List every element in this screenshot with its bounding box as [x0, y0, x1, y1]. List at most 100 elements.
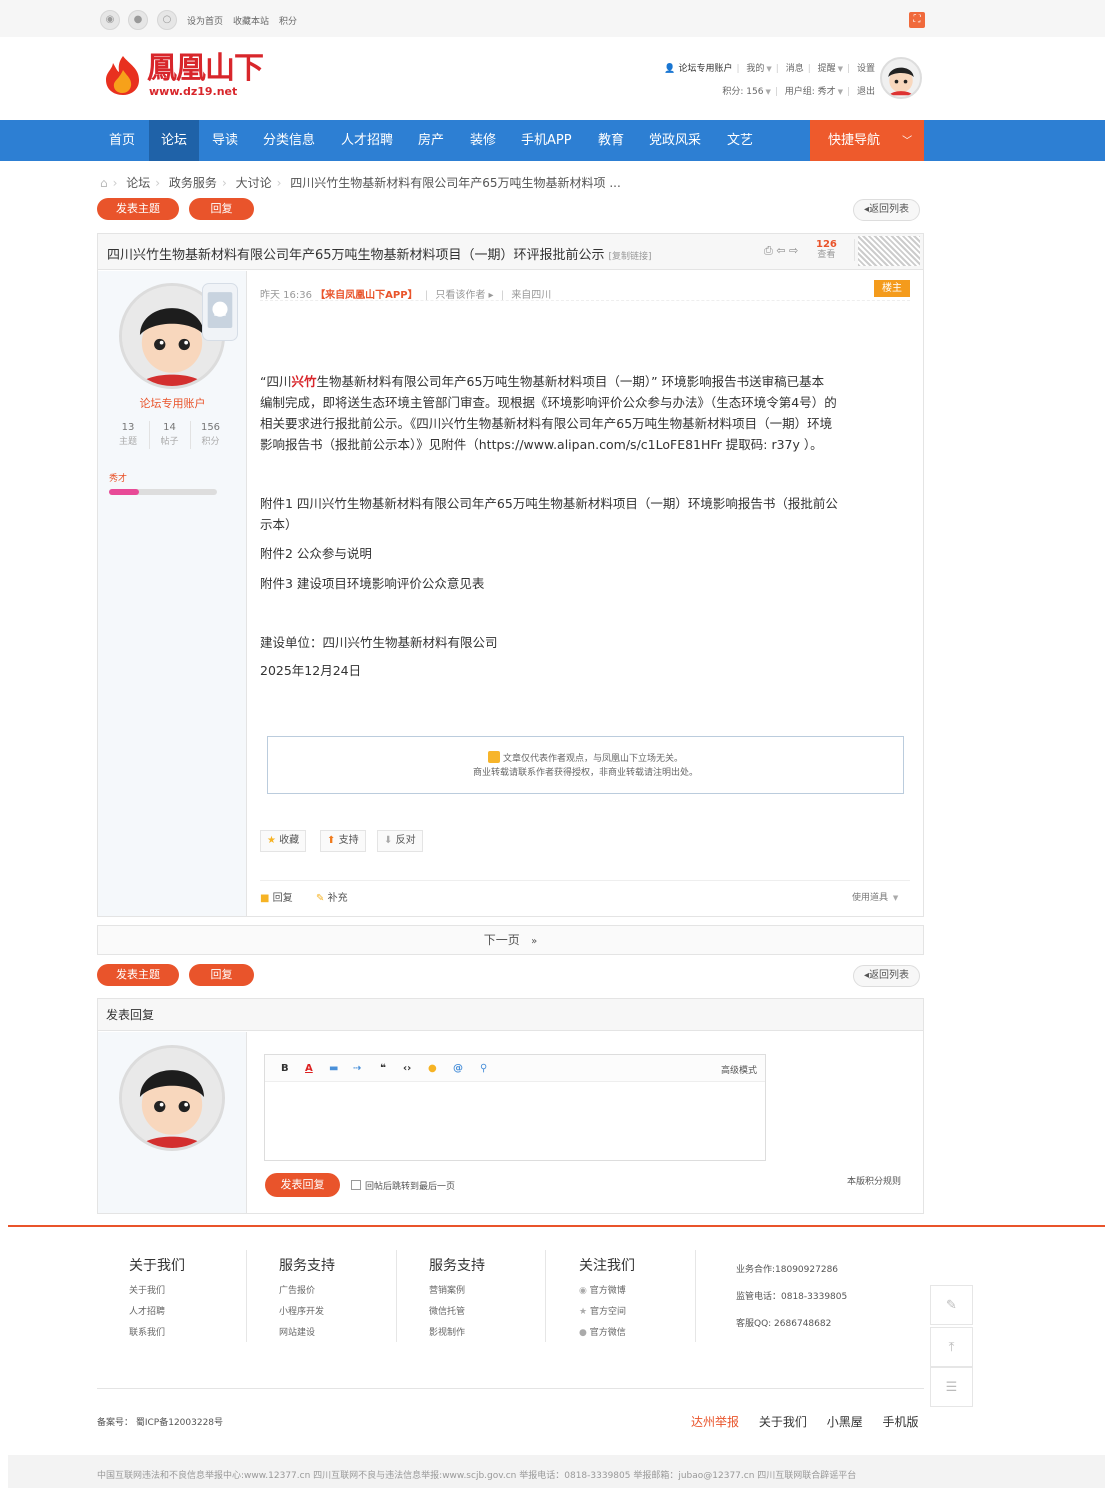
my-menu[interactable]: 我的: [746, 64, 764, 74]
nav-education[interactable]: 教育: [586, 120, 636, 161]
use-tools-menu[interactable]: 使用道具 ▼: [852, 890, 898, 903]
footer-wechat-hosting-link[interactable]: 微信托管: [429, 1307, 465, 1317]
level-progress-fill: [109, 489, 140, 495]
nav-guide[interactable]: 导读: [200, 120, 250, 161]
back-to-top-button[interactable]: ⤒: [930, 1327, 973, 1367]
reply-button[interactable]: 回复: [189, 198, 254, 220]
mobile-version-link[interactable]: 手机版: [883, 1415, 919, 1429]
footer-about-link[interactable]: 关于我们: [129, 1286, 165, 1296]
qr-code[interactable]: [858, 236, 920, 266]
reply-editor[interactable]: B A ▬ ⇢ ❝ ‹› ● @ ⚲ 高级模式: [264, 1054, 766, 1161]
user-menu: 👤 论坛专用账户 | 我的 ▼ | 消息 | 提醒 ▼ | 设置: [664, 64, 875, 74]
icp-record[interactable]: 备案号： 蜀ICP备12003228号: [97, 1415, 223, 1428]
bold-icon[interactable]: B: [281, 1063, 289, 1074]
footer-col-about: 关于我们 关于我们 人才招聘 联系我们: [129, 1258, 185, 1338]
stat-topics[interactable]: 13 主题: [108, 421, 148, 449]
footer-wechat-link[interactable]: ● 官方微信: [579, 1328, 626, 1338]
back-to-list-button[interactable]: ◂返回列表: [853, 199, 921, 221]
username-link[interactable]: 论坛专用账户: [678, 64, 732, 74]
report-link[interactable]: 达州举报: [691, 1415, 739, 1429]
nav-realestate[interactable]: 房产: [406, 120, 456, 161]
stat-points[interactable]: 156 积分: [190, 421, 230, 449]
breadcrumb-thread[interactable]: 四川兴竹生物基新材料有限公司年产65万吨生物基新材料项 ...: [290, 176, 621, 190]
points-link[interactable]: 积分: [279, 14, 297, 27]
copy-link[interactable]: [复制链接]: [609, 252, 652, 262]
quote-icon[interactable]: ❝: [380, 1063, 386, 1074]
supplement-link[interactable]: ✎ 补充: [316, 889, 348, 904]
nav-classified[interactable]: 分类信息: [251, 120, 327, 161]
user-avatar[interactable]: [880, 57, 922, 99]
list-float-button[interactable]: ☰: [930, 1367, 973, 1407]
author-name[interactable]: 论坛专用账户: [98, 395, 247, 411]
nav-jobs[interactable]: 人才招聘: [329, 120, 405, 161]
logout-link[interactable]: 退出: [857, 87, 875, 97]
back-to-list-button-bottom[interactable]: ◂返回列表: [853, 965, 921, 987]
settings-link[interactable]: 设置: [857, 64, 875, 74]
footer-ad-price-link[interactable]: 广告报价: [279, 1286, 315, 1296]
oppose-button[interactable]: ⬇ 反对: [377, 830, 423, 852]
blacklist-link[interactable]: 小黑屋: [827, 1415, 863, 1429]
footer-jobs-link[interactable]: 人才招聘: [129, 1307, 165, 1317]
nav-arts[interactable]: 文艺: [715, 120, 765, 161]
footer-cases-link[interactable]: 营销案例: [429, 1286, 465, 1296]
breadcrumb-discussion[interactable]: 大讨论: [236, 176, 272, 190]
next-thread-icon[interactable]: ⇨: [789, 244, 798, 257]
footer-miniprogram-link[interactable]: 小程序开发: [279, 1307, 324, 1317]
smiley-icon[interactable]: ●: [428, 1063, 437, 1074]
footer-about-us-link[interactable]: 关于我们: [759, 1415, 807, 1429]
nav-home[interactable]: 首页: [97, 120, 147, 161]
support-button[interactable]: ⬆ 支持: [320, 830, 366, 852]
reminders-menu[interactable]: 提醒: [818, 64, 836, 74]
logo-text[interactable]: 鳳凰山下: [147, 53, 264, 85]
footer-qzone-link[interactable]: ★ 官方空间: [579, 1307, 626, 1317]
floor-badge[interactable]: 楼主: [874, 280, 910, 297]
nav-forum[interactable]: 论坛: [149, 120, 200, 161]
bookmark-site-link[interactable]: 收藏本站: [233, 14, 269, 27]
prev-thread-icon[interactable]: ⇦: [776, 244, 785, 257]
points-menu[interactable]: 积分: 156: [722, 87, 763, 97]
star-icon: ★: [267, 835, 276, 846]
new-topic-button-bottom[interactable]: 发表主题: [97, 964, 179, 986]
footer-contact-link[interactable]: 联系我们: [129, 1328, 165, 1338]
write-post-float-button[interactable]: ✎: [930, 1285, 973, 1325]
advanced-mode-link[interactable]: 高级模式: [721, 1063, 757, 1076]
at-icon[interactable]: @: [453, 1063, 463, 1074]
new-topic-button[interactable]: 发表主题: [97, 198, 179, 220]
reply-avatar[interactable]: [119, 1045, 225, 1151]
print-icon[interactable]: ⎙: [764, 244, 773, 257]
next-page-button[interactable]: 下一页 »: [97, 925, 924, 955]
favorite-button[interactable]: ★ 收藏: [260, 830, 307, 852]
post-reply-link[interactable]: ■ 回复: [260, 889, 293, 904]
attachment-icon[interactable]: ⚲: [480, 1063, 487, 1074]
home-icon[interactable]: ⌂: [100, 176, 108, 190]
wechat-icon[interactable]: ●: [128, 10, 148, 30]
footer-website-link[interactable]: 网站建设: [279, 1328, 315, 1338]
set-homepage-link[interactable]: 设为首页: [187, 14, 223, 27]
image-icon[interactable]: ▬: [329, 1063, 338, 1074]
breadcrumb-forum[interactable]: 论坛: [126, 176, 150, 190]
logo-flame-icon[interactable]: [103, 54, 143, 96]
footer-weibo-link[interactable]: ◉ 官方微博: [579, 1286, 626, 1296]
stat-posts[interactable]: 14 帖子: [149, 421, 189, 449]
messages-link[interactable]: 消息: [786, 64, 804, 74]
submit-reply-button[interactable]: 发表回复: [265, 1173, 340, 1197]
code-icon[interactable]: ‹›: [403, 1063, 411, 1074]
nav-mobile-app[interactable]: 手机APP: [509, 120, 584, 161]
font-color-icon[interactable]: A: [305, 1063, 313, 1074]
fullscreen-icon[interactable]: ⛶: [909, 12, 925, 28]
editor-toolbar: B A ▬ ⇢ ❝ ‹› ● @ ⚲ 高级模式: [265, 1055, 765, 1082]
headphone-icon[interactable]: ○: [157, 10, 177, 30]
nav-party[interactable]: 党政风采: [637, 120, 713, 161]
footer-hr: [97, 1388, 924, 1389]
nav-decoration[interactable]: 装修: [458, 120, 508, 161]
points-rules-link[interactable]: 本版积分规则: [847, 1174, 901, 1187]
breadcrumb-gov-service[interactable]: 政务服务: [169, 176, 217, 190]
quick-nav-button[interactable]: 快捷导航 ﹀: [810, 120, 924, 161]
jump-last-page-checkbox[interactable]: 回帖后跳转到最后一页: [351, 1179, 455, 1192]
reply-button-bottom[interactable]: 回复: [189, 964, 254, 986]
footer-video-link[interactable]: 影视制作: [429, 1328, 465, 1338]
thread-title-bar: 四川兴竹生物基新材料有限公司年产65万吨生物基新材料项目（一期）环评报批前公示[…: [98, 234, 923, 270]
link-icon[interactable]: ⇢: [353, 1063, 361, 1074]
usergroup-menu[interactable]: 用户组: 秀才: [785, 87, 836, 97]
weibo-icon[interactable]: ◉: [100, 10, 120, 30]
